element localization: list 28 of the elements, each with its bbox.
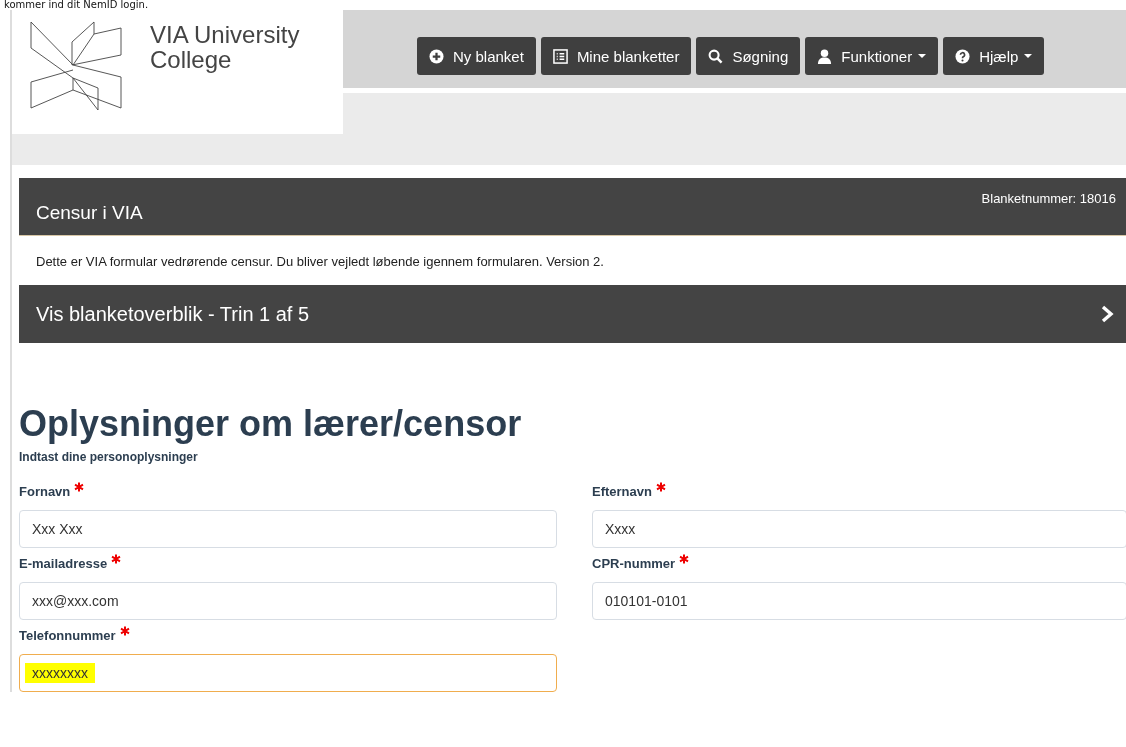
nav-button[interactable]: Ny blanket xyxy=(417,37,536,75)
input-field[interactable]: Xxxx xyxy=(592,510,1126,548)
input-field[interactable]: Xxx Xxx xyxy=(19,510,557,548)
input-field[interactable]: xxx@xxx.com xyxy=(19,582,557,620)
input-field[interactable]: xxxxxxxx xyxy=(19,654,557,692)
logo-text: VIA University College xyxy=(150,22,300,75)
nav-button[interactable]: Mine blanketter xyxy=(540,37,692,75)
field-label: Telefonnummer xyxy=(19,628,116,643)
field-label: CPR-nummer xyxy=(592,556,676,571)
nav-button[interactable]: Funktioner xyxy=(805,37,939,75)
plus-circle-icon xyxy=(429,48,444,64)
field-label: Fornavn xyxy=(19,484,71,499)
description-text: Dette er VIA formular vedrørende censur. Du bliver vejledt løbende igennem formularen. Version 2. xyxy=(35,253,605,271)
nav-button[interactable]: Hjælp xyxy=(943,37,1045,75)
list-icon xyxy=(552,48,568,64)
section-heading: Oplysninger om lærer/censor xyxy=(19,402,523,446)
field-label: Efternavn xyxy=(592,484,652,499)
section-subtitle: Indtast dine personoplysninger xyxy=(19,450,199,464)
input-field[interactable]: 010101-0101 xyxy=(592,582,1126,620)
user-icon xyxy=(817,48,833,64)
form-number: Blanketnummer: 18016 xyxy=(981,190,1117,208)
caption-text: kommer ind dit NemID login. xyxy=(3,0,150,10)
search-icon xyxy=(708,48,724,64)
field-label: E-mailadresse xyxy=(19,556,108,571)
steps-toggle[interactable]: Vis blanketoverblik - Trin 1 af 5 xyxy=(19,285,1126,343)
nav-button[interactable]: Søgning xyxy=(696,37,801,75)
form-title: Censur i VIA xyxy=(35,201,143,225)
question-circle-icon xyxy=(955,48,971,64)
